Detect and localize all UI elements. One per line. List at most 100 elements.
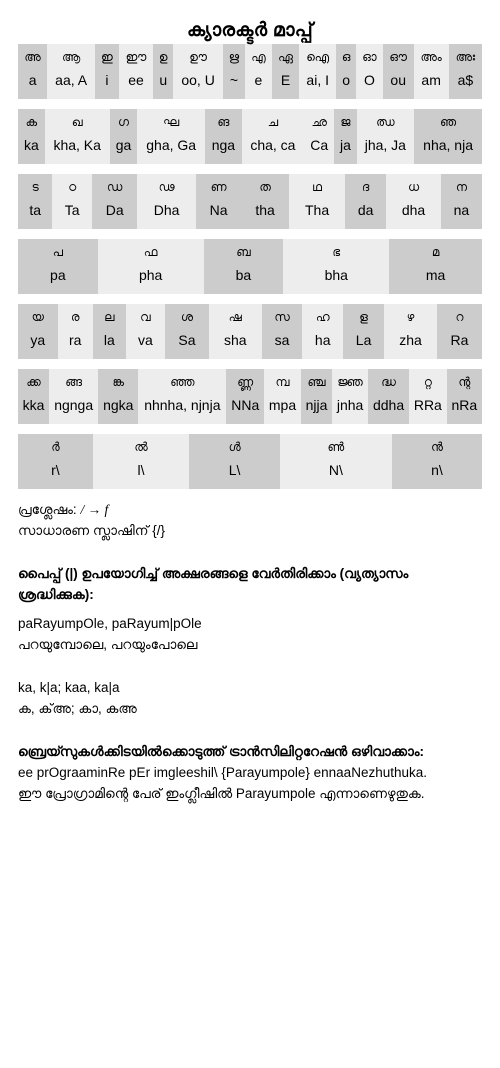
char-roman-cell[interactable]: aa, A [47, 67, 96, 99]
char-roman-cell[interactable]: ra [57, 327, 93, 359]
char-glyph-cell[interactable]: ഓ [356, 44, 383, 67]
char-roman-cell[interactable]: ma [389, 262, 482, 294]
char-glyph-cell[interactable]: ആ [47, 44, 96, 67]
char-glyph-cell[interactable]: മ്പ [264, 369, 301, 392]
char-glyph-cell[interactable]: ക്ക [18, 369, 50, 392]
char-roman-cell[interactable]: pa [18, 262, 98, 294]
char-glyph-cell[interactable]: ഇ [95, 44, 119, 67]
char-glyph-cell[interactable]: ൻ [391, 434, 482, 457]
char-glyph-cell[interactable]: ഝ [356, 109, 415, 132]
char-roman-cell[interactable]: La [343, 327, 384, 359]
char-glyph-cell[interactable]: ദ [345, 174, 387, 197]
char-roman-cell[interactable]: cha, ca [241, 132, 305, 164]
char-roman-cell[interactable]: L\ [189, 457, 280, 489]
char-glyph-cell[interactable]: ഞ [414, 109, 482, 132]
char-roman-cell[interactable]: Sa [165, 327, 209, 359]
char-roman-cell[interactable]: ka [18, 132, 45, 164]
char-glyph-cell[interactable]: ണ്ണ [226, 369, 265, 392]
char-glyph-cell[interactable]: അ [18, 44, 48, 67]
char-roman-cell[interactable]: nRa [446, 392, 482, 424]
char-roman-cell[interactable]: bha [283, 262, 390, 294]
char-roman-cell[interactable]: ha [302, 327, 344, 359]
char-roman-cell[interactable]: kha, Ka [44, 132, 110, 164]
char-glyph-cell[interactable]: അം [413, 44, 449, 67]
char-roman-cell[interactable]: mpa [264, 392, 301, 424]
char-roman-cell[interactable]: sha [208, 327, 262, 359]
char-roman-cell[interactable]: ta [18, 197, 53, 229]
char-roman-cell[interactable]: ~ [222, 67, 245, 99]
char-roman-cell[interactable]: ba [203, 262, 284, 294]
char-roman-cell[interactable]: ddha [368, 392, 410, 424]
char-glyph-cell[interactable]: യ [18, 304, 58, 327]
char-glyph-cell[interactable]: വ [125, 304, 166, 327]
char-glyph-cell[interactable]: ഊ [173, 44, 223, 67]
char-roman-cell[interactable]: nha, nja [414, 132, 482, 164]
char-roman-cell[interactable]: RRa [409, 392, 447, 424]
char-roman-cell[interactable]: ga [109, 132, 138, 164]
char-glyph-cell[interactable]: എ [245, 44, 272, 67]
char-glyph-cell[interactable]: ഹ [302, 304, 344, 327]
char-roman-cell[interactable]: gha, Ga [137, 132, 206, 164]
char-glyph-cell[interactable]: ഡ [92, 174, 138, 197]
char-glyph-cell[interactable]: ന്റ [446, 369, 482, 392]
char-roman-cell[interactable]: jnha [332, 392, 369, 424]
char-glyph-cell[interactable]: ൽ [92, 434, 190, 457]
char-roman-cell[interactable]: ngka [98, 392, 139, 424]
char-glyph-cell[interactable]: ൺ [279, 434, 392, 457]
char-glyph-cell[interactable]: ങ്ക [98, 369, 139, 392]
char-glyph-cell[interactable]: ജ്ഞ [332, 369, 369, 392]
char-roman-cell[interactable]: r\ [18, 457, 93, 489]
char-roman-cell[interactable]: na [440, 197, 482, 229]
char-glyph-cell[interactable]: ഈ [118, 44, 154, 67]
char-glyph-cell[interactable]: ഗ [109, 109, 138, 132]
char-glyph-cell[interactable]: ഐ [299, 44, 337, 67]
char-glyph-cell[interactable]: ണ [195, 174, 242, 197]
char-roman-cell[interactable]: njja [300, 392, 333, 424]
char-glyph-cell[interactable]: ഒ [336, 44, 357, 67]
char-glyph-cell[interactable]: ഠ [52, 174, 93, 197]
char-roman-cell[interactable]: ngnga [49, 392, 99, 424]
char-glyph-cell[interactable]: ഭ [283, 239, 390, 262]
char-roman-cell[interactable]: nga [205, 132, 242, 164]
char-roman-cell[interactable]: Na [195, 197, 242, 229]
char-roman-cell[interactable]: e [245, 67, 272, 99]
char-glyph-cell[interactable]: ഢ [137, 174, 196, 197]
char-roman-cell[interactable]: O [356, 67, 383, 99]
char-roman-cell[interactable]: Ta [52, 197, 93, 229]
char-glyph-cell[interactable]: ഏ [271, 44, 300, 67]
char-glyph-cell[interactable]: പ [18, 239, 98, 262]
char-roman-cell[interactable]: N\ [279, 457, 392, 489]
char-roman-cell[interactable]: l\ [92, 457, 190, 489]
char-roman-cell[interactable]: ee [118, 67, 154, 99]
char-glyph-cell[interactable]: അഃ [448, 44, 482, 67]
char-roman-cell[interactable]: Dha [137, 197, 196, 229]
char-roman-cell[interactable]: i [95, 67, 119, 99]
char-roman-cell[interactable]: Ca [304, 132, 335, 164]
char-roman-cell[interactable]: oo, U [173, 67, 223, 99]
char-glyph-cell[interactable]: റ [437, 304, 482, 327]
char-glyph-cell[interactable]: ഴ [384, 304, 437, 327]
char-glyph-cell[interactable]: ഉ [153, 44, 174, 67]
char-roman-cell[interactable]: Tha [289, 197, 346, 229]
char-roman-cell[interactable]: o [336, 67, 357, 99]
char-roman-cell[interactable]: zha [384, 327, 437, 359]
char-glyph-cell[interactable]: ബ [203, 239, 284, 262]
char-roman-cell[interactable]: ou [382, 67, 414, 99]
char-roman-cell[interactable]: sa [261, 327, 303, 359]
char-glyph-cell[interactable]: റ്റ [409, 369, 447, 392]
char-roman-cell[interactable]: tha [241, 197, 290, 229]
char-roman-cell[interactable]: n\ [391, 457, 482, 489]
char-roman-cell[interactable]: Ra [437, 327, 482, 359]
char-glyph-cell[interactable]: ഘ [137, 109, 206, 132]
char-glyph-cell[interactable]: ഋ [222, 44, 245, 67]
char-roman-cell[interactable]: va [125, 327, 166, 359]
char-glyph-cell[interactable]: ഞ്ഞ [138, 369, 227, 392]
char-roman-cell[interactable]: ai, I [299, 67, 337, 99]
char-roman-cell[interactable]: Da [92, 197, 138, 229]
char-glyph-cell[interactable]: ൾ [189, 434, 280, 457]
char-glyph-cell[interactable]: ഥ [289, 174, 346, 197]
char-glyph-cell[interactable]: ങ്ങ [49, 369, 99, 392]
char-roman-cell[interactable]: a$ [448, 67, 482, 99]
char-glyph-cell[interactable]: ള [343, 304, 384, 327]
char-glyph-cell[interactable]: സ [261, 304, 303, 327]
